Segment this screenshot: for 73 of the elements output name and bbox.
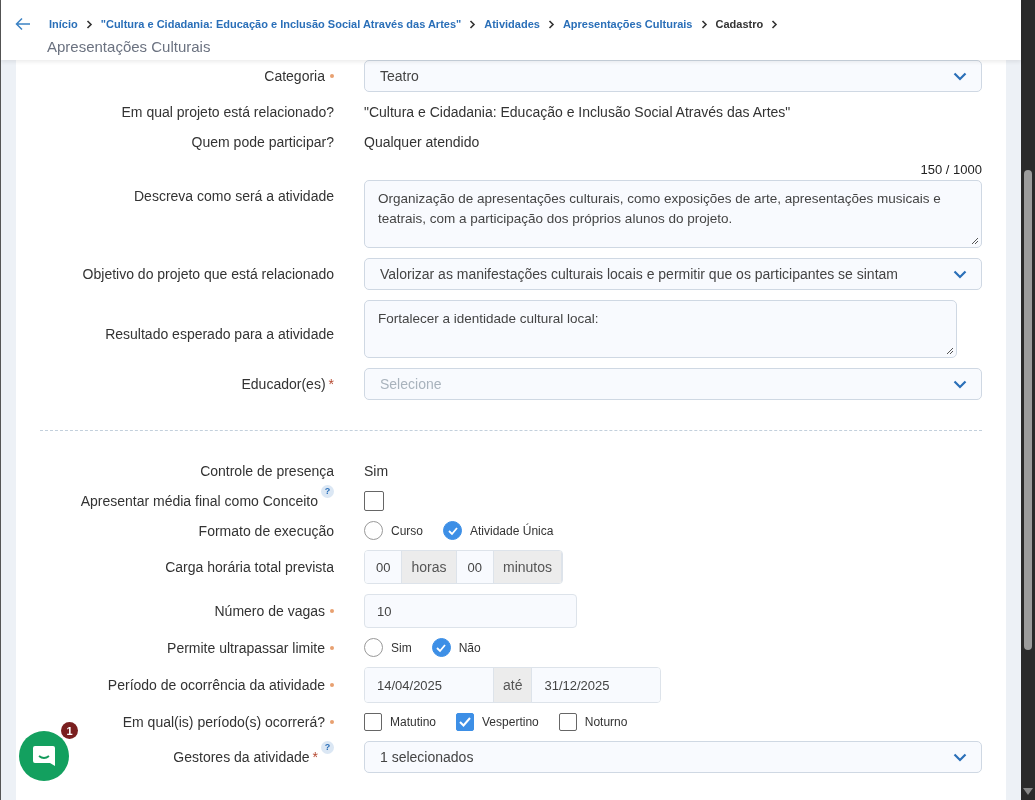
required-asterisk: *: [328, 376, 334, 392]
option-label: Não: [458, 640, 481, 655]
scrollbar[interactable]: [1021, 0, 1035, 800]
breadcrumb-current: Cadastro: [715, 18, 764, 30]
option-label: Matutino: [390, 715, 437, 729]
checkbox[interactable]: [558, 713, 577, 731]
chevron-down-icon: [953, 71, 967, 81]
field-label: Apresentar média final como Conceito: [80, 493, 318, 509]
field-label: Formato de execução: [198, 522, 334, 539]
back-arrow-icon[interactable]: [15, 17, 31, 31]
option-label: Atividade Única: [470, 523, 554, 538]
required-dot: [330, 74, 334, 78]
field-label: Objetivo do projeto que está relacionado: [82, 266, 334, 282]
field-label: Número de vagas: [214, 603, 325, 619]
field-label: Carga horária total prevista: [165, 559, 334, 575]
option-label: Sim: [391, 640, 412, 655]
breadcrumb-link[interactable]: "Cultura e Cidadania: Educação e Inclusão Social Através das Artes": [100, 18, 462, 30]
field-label: Permite ultrapassar limite: [167, 639, 325, 656]
field-label: Educador(es): [241, 376, 326, 392]
chevron-down-icon: [953, 752, 967, 762]
check-icon: [435, 642, 448, 653]
field-label: Resultado esperado para a atividade: [105, 326, 334, 342]
checkbox[interactable]: [456, 713, 475, 731]
required-asterisk: *: [312, 749, 318, 765]
text-area[interactable]: Organização de apresentações culturais, como exposições de arte, apresentações musicais e teatrais, com a participação dos próprios alunos do projeto.: [364, 180, 982, 248]
required-dot: [330, 720, 334, 724]
chevron-right-icon: [547, 19, 555, 29]
text-area[interactable]: Fortalecer a identidade cultural local:: [364, 300, 957, 358]
field-label: Em qual(is) período(s) ocorrerá?: [122, 714, 325, 730]
character-counter: 150 / 1000: [920, 162, 982, 179]
field-value: "Cultura e Cidadania: Educação e Inclusão Social Através das Artes": [364, 104, 791, 120]
field-label: Período de ocorrência da atividade: [107, 677, 325, 693]
resize-handle-icon[interactable]: [971, 237, 979, 245]
required-dot: [330, 683, 334, 687]
required-dot: [330, 645, 334, 650]
field-value: Qualquer atendido: [364, 134, 480, 150]
field-label: Categoria: [264, 68, 325, 84]
field-label: Quem pode participar?: [191, 134, 334, 150]
field-label: Gestores da atividade: [173, 749, 310, 765]
radio-button[interactable]: [364, 521, 383, 540]
field-label: Controle de presença: [200, 463, 334, 479]
chevron-down-icon: [953, 379, 967, 389]
breadcrumb-link[interactable]: Início: [49, 18, 78, 30]
option-label: Vespertino: [482, 715, 539, 729]
chevron-right-icon: [700, 19, 708, 29]
chevron-down-icon: [953, 269, 967, 279]
help-icon[interactable]: ?: [321, 485, 334, 498]
required-dot: [330, 609, 334, 613]
chat-bubble-icon: [31, 744, 57, 768]
breadcrumb-link[interactable]: Atividades: [484, 18, 540, 30]
checkbox[interactable]: [364, 713, 382, 731]
option-label: Noturno: [584, 715, 628, 729]
chevron-right-icon: [469, 19, 477, 29]
radio-button[interactable]: [443, 521, 462, 540]
field-label: Descreva como será a atividade: [134, 188, 334, 204]
select-field[interactable]: Valorizar as manifestações culturais locais e permitir que os participantes se sintam: [364, 258, 982, 290]
help-icon[interactable]: ?: [321, 741, 334, 754]
select-field[interactable]: Teatro: [364, 60, 982, 92]
resize-handle-icon[interactable]: [946, 347, 954, 355]
scroll-down-arrow-icon[interactable]: [1023, 788, 1033, 796]
field-value: Sim: [364, 463, 389, 479]
check-icon: [446, 525, 459, 536]
page-title: Apresentações Culturais: [47, 38, 212, 55]
select-field[interactable]: 1 selecionados: [364, 741, 982, 773]
radio-button[interactable]: [364, 638, 383, 657]
field-label: Em qual projeto está relacionado?: [121, 104, 334, 120]
option-label: Curso: [391, 523, 423, 538]
breadcrumb-link[interactable]: Apresentações Culturais: [562, 18, 693, 30]
radio-button[interactable]: [431, 638, 451, 657]
checkbox[interactable]: [364, 491, 384, 511]
input-field[interactable]: 10: [364, 594, 577, 628]
chevron-right-icon: [771, 19, 779, 29]
chevron-right-icon: [85, 19, 93, 29]
